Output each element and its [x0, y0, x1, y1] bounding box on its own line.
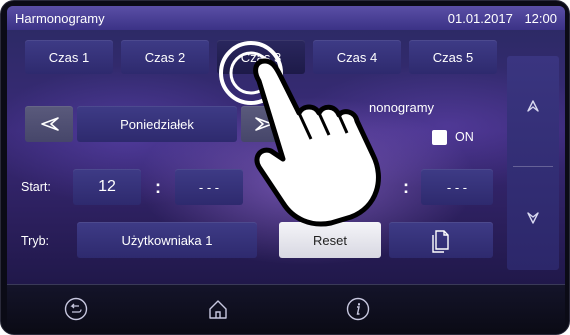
back-icon: [64, 297, 88, 321]
tab-czas-1[interactable]: Czas 1: [25, 40, 113, 74]
copy-icon: [432, 230, 449, 253]
start-label: Start:: [21, 180, 51, 194]
tab-label: Czas 5: [432, 49, 474, 65]
chevron-up-icon: [527, 100, 539, 112]
prev-day-button[interactable]: [25, 106, 73, 142]
mode-label: Tryb:: [21, 234, 50, 248]
tab-czas-5[interactable]: Czas 5: [409, 40, 497, 74]
time-separator: :: [155, 177, 161, 197]
bottom-nav: [7, 284, 565, 331]
tab-label: Czas 2: [144, 49, 186, 65]
reset-label: Reset: [313, 232, 347, 248]
end-minute-field[interactable]: - - -: [421, 169, 493, 205]
back-button[interactable]: [63, 296, 89, 322]
home-button[interactable]: [205, 296, 231, 322]
start-hour-value: 12: [98, 178, 116, 195]
sidebar-divider: [513, 166, 553, 167]
chevron-left-icon: [41, 117, 59, 131]
scroll-up-button[interactable]: [507, 94, 559, 118]
start-hour-field[interactable]: 12: [73, 169, 141, 205]
top-bar: Harmonogramy 01.01.2017 12:00: [7, 6, 565, 30]
home-icon: [209, 300, 227, 319]
on-label: ON: [455, 130, 474, 144]
tab-czas-2[interactable]: Czas 2: [121, 40, 209, 74]
on-checkbox[interactable]: [432, 130, 447, 145]
scroll-down-button[interactable]: [507, 206, 559, 230]
tab-label: Czas 1: [48, 49, 90, 65]
touch-hand-icon: [219, 41, 381, 227]
time-label: 12:00: [524, 10, 557, 26]
device-frame: Harmonogramy 01.01.2017 12:00 Czas 1 Cza…: [0, 0, 570, 335]
screen: Harmonogramy 01.01.2017 12:00 Czas 1 Cza…: [7, 6, 565, 284]
day-value: Poniedziałek: [120, 116, 194, 132]
scroll-sidebar: [507, 56, 559, 270]
page-title: Harmonogramy: [15, 10, 105, 26]
mode-value: Użytkowniaka 1: [121, 232, 213, 248]
clock: 01.01.2017 12:00: [440, 11, 557, 26]
end-minute-value: - - -: [446, 179, 468, 195]
date-label: 01.01.2017: [447, 10, 513, 26]
info-icon: [346, 297, 370, 321]
chevron-down-icon: [527, 212, 539, 224]
info-button[interactable]: [345, 296, 371, 322]
